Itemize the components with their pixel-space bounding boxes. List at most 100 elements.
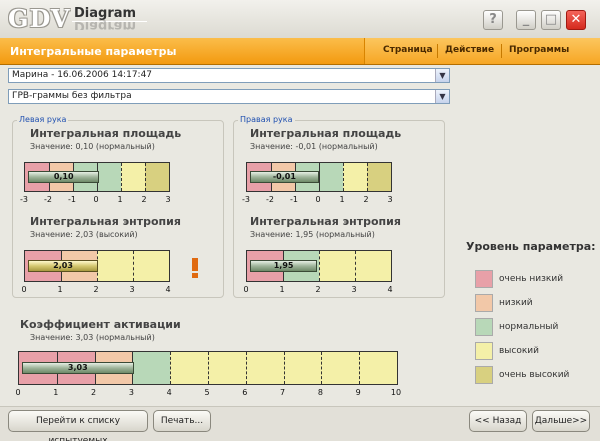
tick-label: 6 [242, 388, 248, 397]
warning-icon [192, 258, 198, 278]
tick-label: 2 [93, 285, 99, 294]
filter-select[interactable]: ГРВ-граммы без фильтра ▼ [8, 89, 450, 104]
tick-label: 0 [15, 388, 21, 397]
scale-gridline [283, 352, 285, 384]
chevron-down-icon[interactable]: ▼ [435, 69, 449, 82]
tick-label: 0 [315, 195, 321, 204]
legend-label: высокий [499, 346, 539, 356]
tick-label: 4 [165, 285, 171, 294]
next-button[interactable]: Дальше>> [532, 410, 590, 432]
legend-swatch [475, 270, 493, 288]
back-button[interactable]: << Назад [469, 410, 527, 432]
legend-swatch [475, 342, 493, 360]
minimize-button[interactable]: _ [516, 10, 536, 30]
page-header: Интегральные параметры Страница Действие… [0, 38, 600, 65]
scale-gridline [359, 352, 361, 384]
tick-label: 1 [57, 285, 63, 294]
filter-select-value: ГРВ-граммы без фильтра [12, 91, 132, 101]
tick-label: 8 [317, 388, 323, 397]
legend-label: низкий [499, 298, 533, 308]
scale-gridline [367, 163, 368, 191]
right-area-title: Интегральная площадь [250, 127, 402, 140]
left-entropy-scale: 2,03 [24, 250, 170, 282]
maximize-button[interactable]: □ [541, 10, 561, 30]
value-bar-label: 0,10 [53, 172, 74, 181]
scale-gridline [355, 251, 356, 281]
help-icon: ? [489, 12, 497, 27]
tick-label: 0 [21, 285, 27, 294]
scale-gridline [145, 163, 146, 191]
scale-gridline [170, 352, 172, 384]
tick-label: 2 [363, 195, 369, 204]
right-entropy-value: Значение: 1,95 (нормальный) [250, 230, 375, 239]
tick-label: -2 [266, 195, 274, 204]
scale-zone [132, 352, 171, 384]
subject-select[interactable]: Марина - 16.06.2006 14:17:47 ▼ [8, 68, 450, 83]
left-entropy-title: Интегральная энтропия [30, 215, 181, 228]
tick-label: -2 [44, 195, 52, 204]
scale-gridline [321, 352, 323, 384]
legend-swatch [475, 294, 493, 312]
value-bar-label: 2,03 [53, 261, 73, 270]
maximize-icon: □ [544, 12, 558, 27]
tick-label: 9 [355, 388, 361, 397]
app-logo-subtitle: Diagram [74, 6, 137, 21]
tick-label: 5 [204, 388, 210, 397]
tick-label: 2 [91, 388, 97, 397]
subject-select-value: Марина - 16.06.2006 14:17:47 [12, 70, 153, 80]
legend-swatch [475, 318, 493, 336]
legend-title: Уровень параметра: [466, 240, 596, 253]
header-menu: Страница Действие Программы [364, 38, 600, 64]
chevron-down-icon[interactable]: ▼ [435, 90, 449, 103]
menu-separator [501, 44, 502, 58]
warning-icon-bar [192, 258, 198, 271]
tick-label: -3 [20, 195, 28, 204]
scale-zone [367, 163, 391, 191]
tick-label: 4 [387, 285, 393, 294]
scale-gridline [208, 352, 209, 384]
left-area-title: Интегральная площадь [30, 127, 182, 140]
tick-label: 2 [315, 285, 321, 294]
tick-label: 3 [351, 285, 357, 294]
activation-value: Значение: 3,03 (нормальный) [30, 333, 155, 342]
legend-label: очень высокий [499, 370, 570, 380]
right-entropy-title: Интегральная энтропия [250, 215, 401, 228]
right-entropy-scale: 1,95 [246, 250, 392, 282]
activation-scale: 3,03 [18, 351, 398, 385]
menu-separator [437, 44, 438, 58]
tick-label: 7 [280, 388, 286, 397]
subjects-list-button[interactable]: Перейти к списку испытуемых [8, 410, 148, 441]
menu-item-page[interactable]: Страница [383, 45, 433, 55]
right-hand-legend: Правая рука [238, 115, 295, 124]
tick-label: -1 [290, 195, 298, 204]
scale-zone [145, 163, 169, 191]
left-area-scale: 0,10 [24, 162, 170, 192]
scale-gridline [245, 352, 247, 384]
tick-label: 10 [390, 388, 402, 397]
scale-gridline [319, 251, 320, 281]
legend-label: очень низкий [499, 274, 564, 284]
scale-gridline [133, 251, 134, 281]
left-entropy-value: Значение: 2,03 (высокий) [30, 230, 138, 239]
title-bar: GDV Diagram Diagram ? _ □ ✕ [0, 0, 600, 38]
scale-zone [121, 163, 145, 191]
tick-label: 1 [279, 285, 285, 294]
scale-gridline [319, 163, 320, 191]
legend-label: нормальный [499, 322, 559, 332]
close-icon: ✕ [570, 12, 582, 27]
menu-item-programs[interactable]: Программы [509, 45, 569, 55]
tick-label: 4 [166, 388, 172, 397]
tick-label: 1 [117, 195, 123, 204]
close-button[interactable]: ✕ [566, 10, 586, 30]
print-button[interactable]: Печать... [153, 410, 211, 432]
warning-icon-dot [192, 273, 198, 278]
tick-label: -1 [68, 195, 76, 204]
tick-label: 3 [128, 388, 134, 397]
page-title: Интегральные параметры [10, 45, 177, 58]
left-area-value: Значение: 0,10 (нормальный) [30, 142, 155, 151]
tick-label: 3 [165, 195, 171, 204]
help-button[interactable]: ? [483, 10, 503, 30]
value-bar-label: 3,03 [67, 363, 88, 372]
app-logo-reflection: Diagram [74, 20, 137, 30]
menu-item-action[interactable]: Действие [445, 45, 494, 55]
